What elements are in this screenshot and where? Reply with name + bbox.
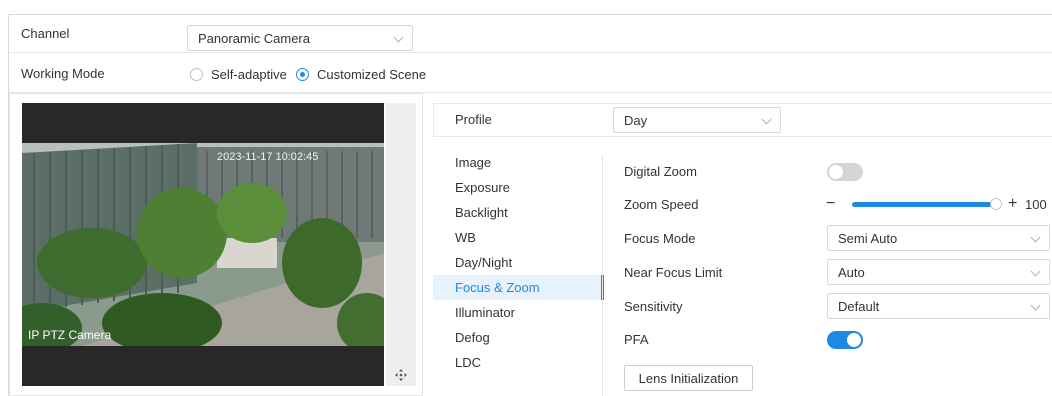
channel-row: Channel xyxy=(9,15,1052,53)
chevron-down-icon xyxy=(1030,232,1041,243)
near-focus-limit-label: Near Focus Limit xyxy=(624,265,723,280)
profile-label: Profile xyxy=(455,112,492,127)
sensitivity-label: Sensitivity xyxy=(624,299,683,314)
radio-self-adaptive[interactable]: Self-adaptive xyxy=(190,67,287,82)
settings-menu: Image Exposure Backlight WB Day/Night Fo… xyxy=(433,150,604,375)
menu-divider xyxy=(602,155,603,396)
focus-mode-label: Focus Mode xyxy=(624,231,696,246)
radio-checked-icon xyxy=(296,68,309,81)
zoom-speed-increase-button[interactable]: + xyxy=(1008,195,1017,213)
lens-initialization-button[interactable]: Lens Initialization xyxy=(624,365,753,391)
chevron-down-icon xyxy=(1030,300,1041,311)
video-preview[interactable]: 2023-11-17 10:02:45 IP PTZ Camera xyxy=(22,103,384,386)
chevron-down-icon xyxy=(393,32,404,43)
focus-mode-select-value: Semi Auto xyxy=(838,230,898,246)
profile-select[interactable]: Day xyxy=(613,107,781,133)
profile-select-value: Day xyxy=(624,112,648,128)
near-focus-limit-select-value: Auto xyxy=(838,264,865,280)
osd-timestamp: 2023-11-17 10:02:45 xyxy=(217,151,319,163)
zoom-speed-slider-handle[interactable] xyxy=(990,198,1002,210)
radio-customized-scene[interactable]: Customized Scene xyxy=(296,67,426,82)
toggle-knob xyxy=(829,165,843,179)
menu-item-backlight[interactable]: Backlight xyxy=(433,200,603,225)
menu-item-focus-zoom[interactable]: Focus & Zoom xyxy=(433,275,604,300)
zoom-speed-decrease-button[interactable]: − xyxy=(826,195,835,213)
camera-scene-image xyxy=(22,143,384,346)
menu-item-image[interactable]: Image xyxy=(433,150,603,175)
sensitivity-select-value: Default xyxy=(838,298,880,314)
chevron-down-icon xyxy=(1030,266,1041,277)
menu-item-illuminator[interactable]: Illuminator xyxy=(433,300,603,325)
pfa-label: PFA xyxy=(624,332,649,347)
channel-select[interactable]: Panoramic Camera xyxy=(187,25,413,51)
digital-zoom-label: Digital Zoom xyxy=(624,164,697,179)
working-mode-label: Working Mode xyxy=(21,66,105,81)
toggle-knob xyxy=(847,333,861,347)
focus-mode-select[interactable]: Semi Auto xyxy=(827,225,1050,251)
menu-item-wb[interactable]: WB xyxy=(433,225,603,250)
zoom-speed-label: Zoom Speed xyxy=(624,197,699,212)
working-mode-row: Working Mode xyxy=(9,55,1052,93)
pfa-toggle[interactable] xyxy=(827,331,863,349)
radio-unchecked-icon xyxy=(190,68,203,81)
channel-select-value: Panoramic Camera xyxy=(198,30,310,46)
chevron-down-icon xyxy=(761,114,772,125)
zoom-speed-slider-track[interactable] xyxy=(852,202,996,207)
menu-item-exposure[interactable]: Exposure xyxy=(433,175,603,200)
radio-customized-scene-label: Customized Scene xyxy=(317,67,427,82)
menu-item-ldc[interactable]: LDC xyxy=(433,350,603,375)
channel-label: Channel xyxy=(21,26,70,41)
menu-item-day-night[interactable]: Day/Night xyxy=(433,250,603,275)
radio-self-adaptive-label: Self-adaptive xyxy=(211,67,287,82)
digital-zoom-toggle[interactable] xyxy=(827,163,863,181)
zoom-speed-value: 100 xyxy=(1025,197,1047,212)
sensitivity-select[interactable]: Default xyxy=(827,293,1050,319)
osd-camera-name: IP PTZ Camera xyxy=(28,328,112,342)
preview-side-bar xyxy=(386,103,416,386)
move-icon[interactable] xyxy=(394,368,408,382)
menu-item-defog[interactable]: Defog xyxy=(433,325,603,350)
near-focus-limit-select[interactable]: Auto xyxy=(827,259,1050,285)
